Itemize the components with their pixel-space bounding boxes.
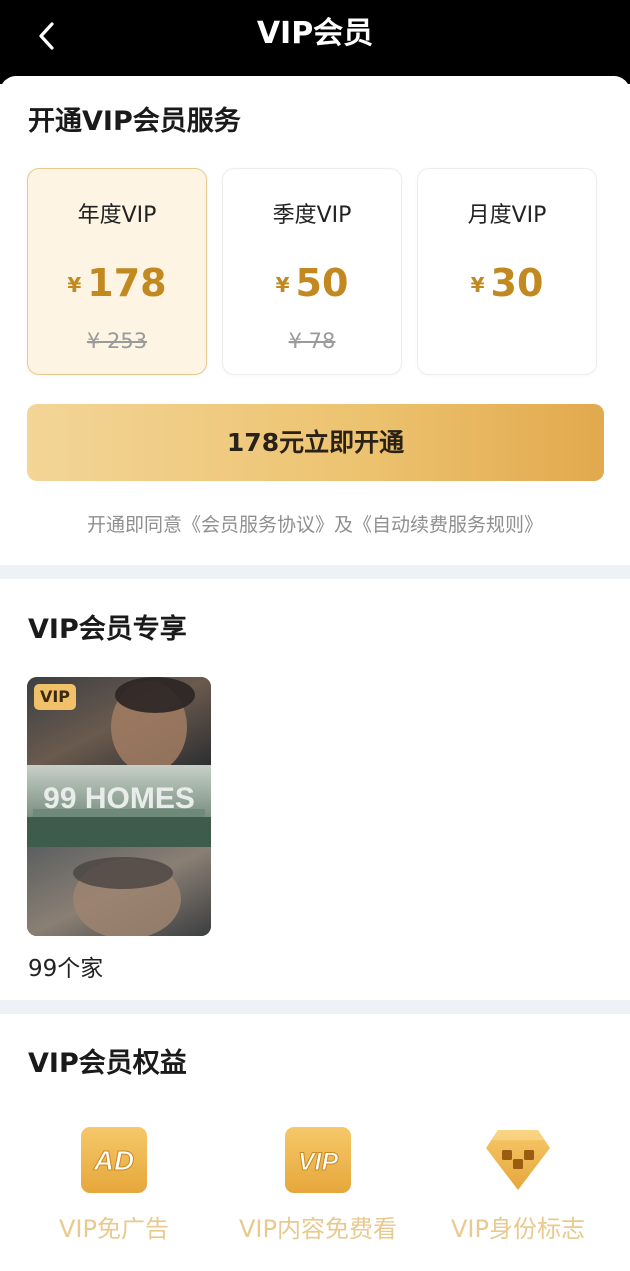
page-title: VIP会员: [256, 16, 374, 51]
plan-price: ¥30: [418, 261, 596, 305]
plan-name: 季度VIP: [272, 203, 352, 228]
section-divider: [0, 1000, 630, 1014]
ad-glyph: AD: [93, 1145, 134, 1176]
currency-symbol: ¥: [470, 273, 485, 297]
vip-badge: VIP: [34, 684, 76, 710]
agreement-conjunction: 及: [334, 514, 354, 536]
plan-name: 月度VIP: [467, 203, 547, 228]
currency-symbol: ¥: [275, 273, 290, 297]
benefit-vip-badge: VIP身份标志: [423, 1124, 613, 1254]
currency-symbol: ¥: [67, 273, 82, 297]
top-bar: VIP会员: [0, 0, 630, 84]
plan-price: ¥50: [223, 261, 401, 305]
benefit-ad-free: AD VIP免广告: [19, 1124, 209, 1254]
vip-content-icon: VIP: [284, 1126, 352, 1194]
price-value: 178: [87, 261, 167, 305]
agreement-text: 开通即同意《会员服务协议》及《自动续费服务规则》: [0, 511, 630, 539]
vip-badge-icon: [484, 1126, 552, 1194]
subscribe-button[interactable]: 178元立即开通: [27, 404, 604, 481]
vip-glyph: VIP: [298, 1148, 339, 1176]
movie-poster-card[interactable]: 99 HOMES VIP: [27, 677, 211, 936]
original-price: ¥ 253: [86, 329, 148, 353]
member-service-agreement-link[interactable]: 《会员服务协议》: [182, 514, 334, 536]
movie-poster-image: 99 HOMES: [27, 677, 211, 936]
exclusive-section-title: VIP会员专享: [28, 614, 187, 645]
plan-name: 年度VIP: [77, 203, 157, 228]
original-price: ¥ 78: [288, 329, 336, 353]
benefit-label: VIP身份标志: [451, 1215, 585, 1243]
price-value: 30: [490, 261, 544, 305]
auto-renewal-rules-link[interactable]: 《自动续费服务规则》: [353, 514, 543, 536]
poster-title-text: 99 HOMES: [43, 782, 195, 815]
ad-free-icon: AD: [80, 1126, 148, 1194]
plan-card-annual[interactable]: 年度VIP ¥178 ¥ 253: [27, 168, 207, 375]
price-value: 50: [295, 261, 349, 305]
plan-card-quarterly[interactable]: 季度VIP ¥50 ¥ 78: [222, 168, 402, 375]
benefits-section-title: VIP会员权益: [28, 1048, 187, 1079]
plan-card-monthly[interactable]: 月度VIP ¥30: [417, 168, 597, 375]
benefit-free-content: VIP VIP内容免费看: [223, 1124, 413, 1254]
subscribe-section-title: 开通VIP会员服务: [28, 106, 241, 137]
section-divider: [0, 565, 630, 579]
movie-title: 99个家: [28, 956, 104, 982]
plan-price: ¥178: [28, 261, 206, 305]
agreement-prefix: 开通即同意: [86, 514, 182, 536]
